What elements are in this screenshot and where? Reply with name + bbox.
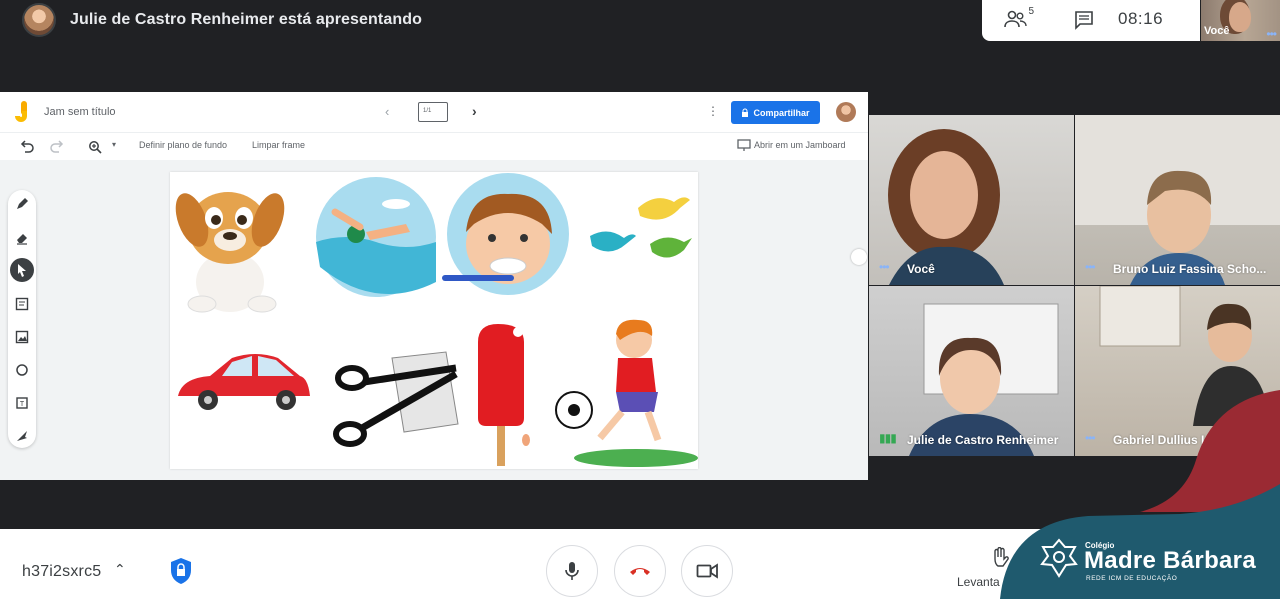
- kebab-menu-icon[interactable]: ⋮: [707, 104, 719, 118]
- meeting-code: h37i2sxrc5: [22, 563, 102, 580]
- people-icon: [1004, 10, 1027, 28]
- set-background-button[interactable]: Definir plano de fundo: [139, 140, 227, 150]
- chat-button[interactable]: [1074, 10, 1094, 35]
- zoom-icon[interactable]: [88, 140, 102, 154]
- school-logo-icon: [1040, 538, 1078, 578]
- jamboard-logo-icon: [15, 101, 27, 122]
- clear-frame-button[interactable]: Limpar frame: [252, 140, 305, 150]
- drawing-toolbar: T: [8, 190, 36, 448]
- lock-icon: [742, 108, 749, 117]
- zoom-dropdown-icon[interactable]: ▾: [112, 140, 116, 149]
- participant-tile[interactable]: ••• Você: [869, 115, 1074, 285]
- share-button[interactable]: Compartilhar: [731, 101, 820, 124]
- swimming-image: [316, 177, 436, 297]
- image-tool-icon[interactable]: [14, 329, 30, 345]
- raise-hand-label: Levanta: [957, 575, 1000, 589]
- jamboard-presentation: Jam sem título ‹ 1/1 › ⋮ Compartilhar ▾ …: [0, 92, 868, 480]
- jamboard-header: Jam sem título ‹ 1/1 › ⋮ Compartilhar: [0, 92, 868, 132]
- clock: 08:16: [1118, 9, 1164, 28]
- camera-button[interactable]: [681, 545, 733, 597]
- redo-icon[interactable]: [50, 140, 64, 153]
- laser-tool-icon[interactable]: [14, 428, 30, 444]
- presenter-avatar: [22, 3, 56, 37]
- end-call-button[interactable]: [614, 545, 666, 597]
- prev-frame-icon[interactable]: ‹: [385, 104, 389, 119]
- more-options-icon[interactable]: •••: [1085, 260, 1096, 274]
- participant-name: Você: [907, 262, 935, 276]
- meeting-info-card: 5 08:16: [982, 0, 1200, 41]
- floating-mic-icon: [851, 249, 867, 265]
- brand-name: Madre Bárbara: [1084, 547, 1256, 574]
- share-label: Compartilhar: [753, 107, 810, 118]
- chevron-up-icon[interactable]: ⌃: [114, 561, 126, 578]
- self-view-tile[interactable]: Você •••: [1201, 0, 1280, 41]
- car-image: [178, 354, 310, 410]
- scissors-paper-image: [333, 351, 459, 447]
- open-in-jamboard-button[interactable]: Abrir em um Jamboard: [754, 140, 846, 150]
- chat-icon: [1075, 11, 1093, 30]
- presenter-text: Julie de Castro Renheimer está apresenta…: [70, 11, 422, 28]
- speaking-indicator-icon: ▮▮▮: [879, 431, 897, 445]
- svg-text:T: T: [20, 401, 25, 408]
- select-tool-icon[interactable]: [10, 258, 34, 282]
- text-box-icon[interactable]: T: [14, 395, 30, 411]
- canvas-illustrations: [175, 173, 698, 467]
- people-count: 5: [1028, 6, 1034, 17]
- mic-button[interactable]: [546, 545, 598, 597]
- sticky-note-icon[interactable]: [14, 296, 30, 312]
- self-view-video: [1229, 2, 1251, 32]
- next-frame-icon[interactable]: ›: [472, 103, 477, 119]
- circle-tool-icon[interactable]: [14, 362, 30, 378]
- pen-tool-icon[interactable]: [14, 196, 30, 212]
- birds-image: [590, 197, 692, 258]
- jam-canvas[interactable]: [170, 172, 698, 469]
- people-button[interactable]: 5: [1004, 6, 1034, 31]
- popsicle-image: [478, 324, 530, 466]
- frame-indicator: 1/1: [423, 108, 432, 114]
- self-view-label: Você: [1204, 25, 1230, 37]
- participant-tile[interactable]: ••• Bruno Luiz Fassina Scho...: [1075, 115, 1280, 285]
- more-options-icon[interactable]: •••: [879, 260, 890, 274]
- dog-image: [175, 192, 285, 313]
- frame-bar-button[interactable]: 1/1: [418, 102, 448, 122]
- participant-video: [1075, 115, 1280, 285]
- microphone-icon: [565, 562, 579, 580]
- jam-title[interactable]: Jam sem título: [44, 106, 116, 118]
- open-jamboard-icon: [737, 139, 751, 151]
- participant-name: Bruno Luiz Fassina Scho...: [1113, 262, 1267, 276]
- jamboard-toolbar: ▾ Definir plano de fundo Limpar frame Ab…: [0, 132, 868, 160]
- hang-up-icon: [630, 568, 650, 575]
- brushing-teeth-image: [442, 173, 569, 295]
- soccer-boy-image: [555, 319, 698, 467]
- presenter-bar: Julie de Castro Renheimer está apresenta…: [0, 0, 980, 40]
- more-options-icon[interactable]: •••: [1266, 27, 1277, 41]
- brand-subtitle: REDE ICM DE EDUCAÇÃO: [1086, 575, 1178, 582]
- user-avatar[interactable]: [836, 102, 856, 122]
- eraser-tool-icon[interactable]: [14, 230, 30, 246]
- video-camera-icon: [696, 563, 718, 579]
- shield-icon[interactable]: [168, 556, 194, 586]
- participant-video: [888, 129, 1004, 285]
- undo-icon[interactable]: [20, 140, 34, 153]
